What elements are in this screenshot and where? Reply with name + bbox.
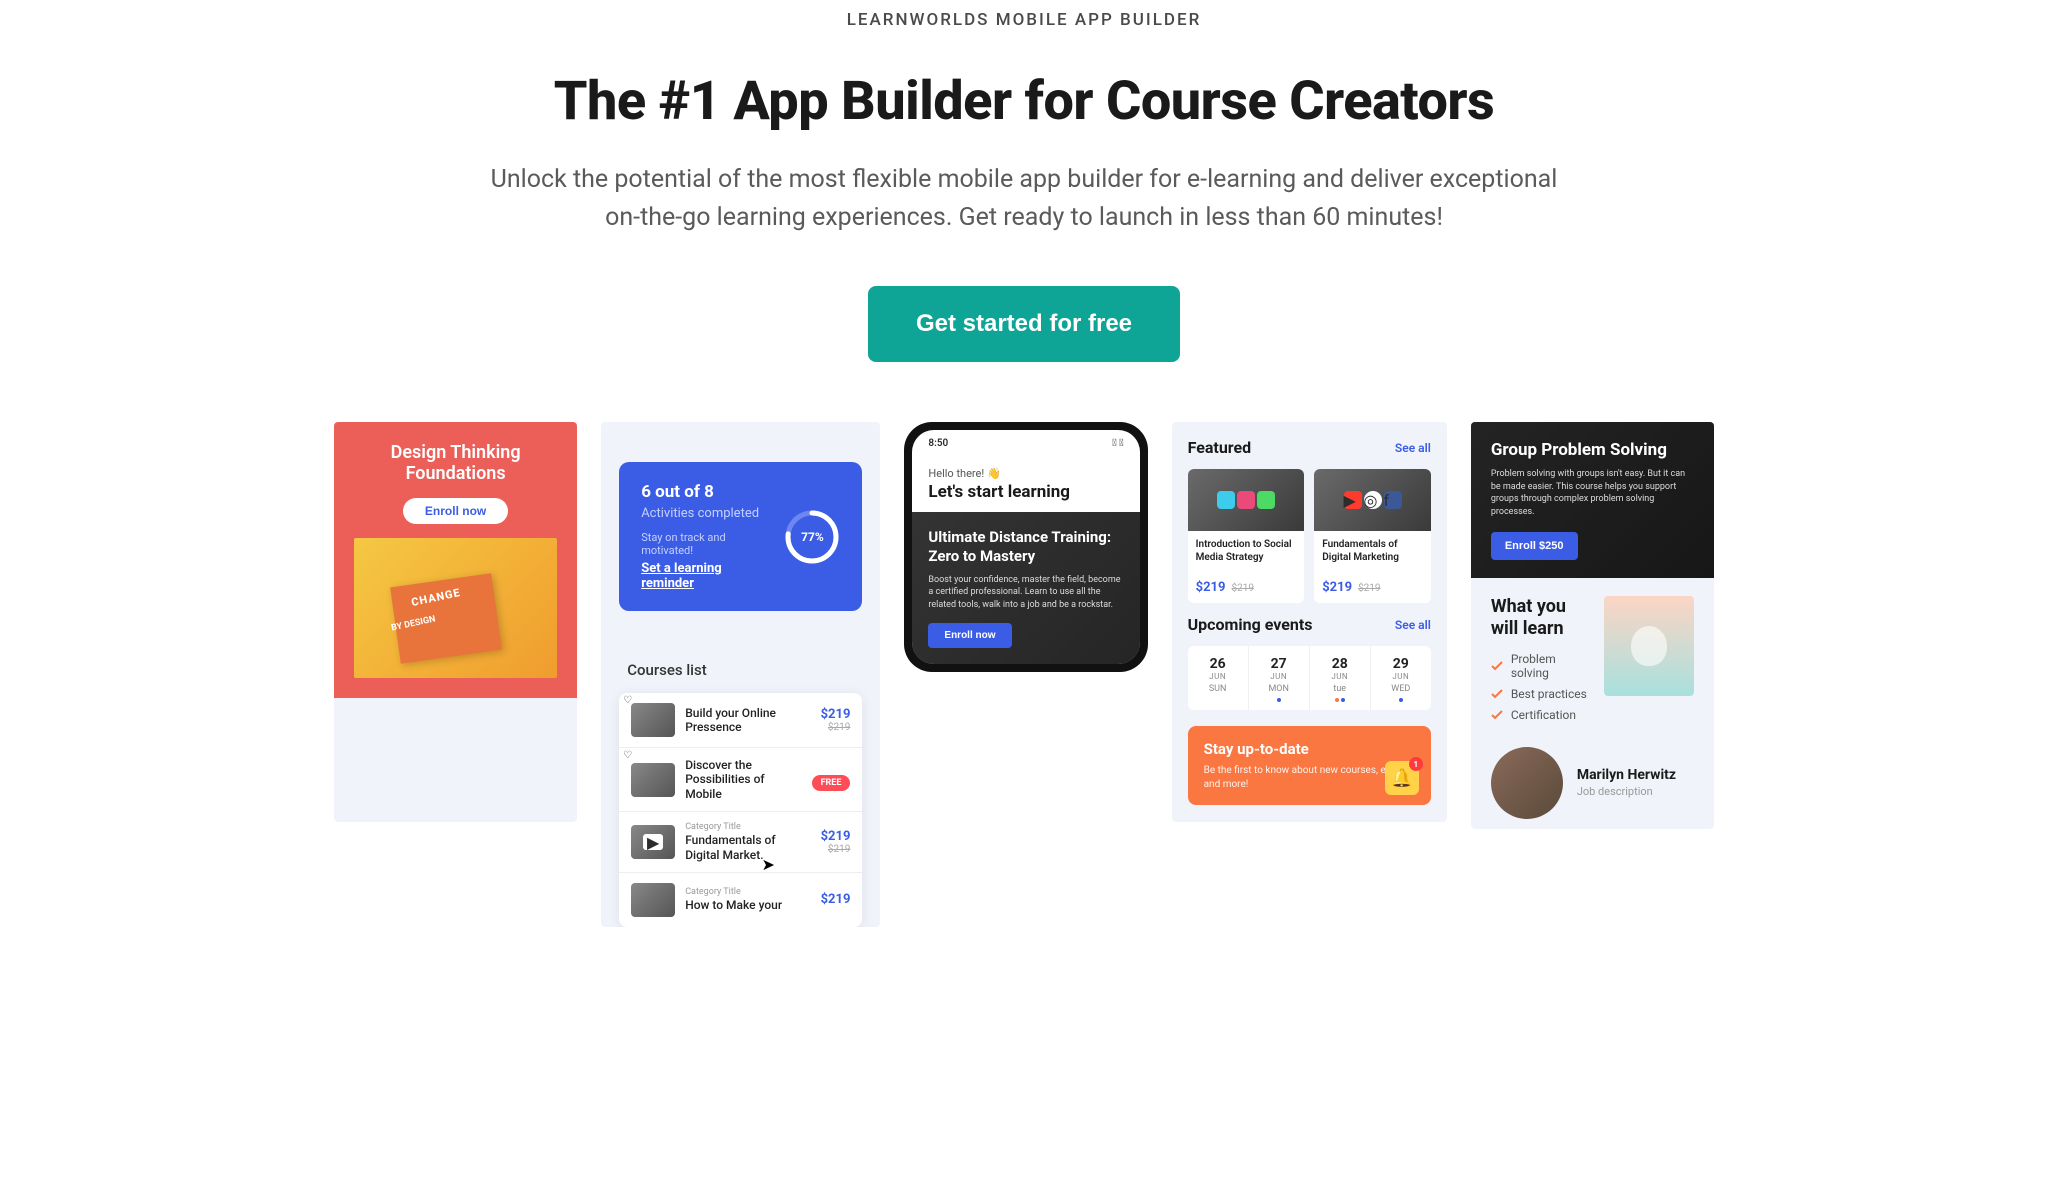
heart-icon[interactable]: ♡ [623, 750, 632, 761]
course-title: Design Thinking Foundations [354, 442, 557, 484]
subheadline: Unlock the potential of the most flexibl… [474, 161, 1574, 236]
instructor-block: Marilyn Herwitz Job description [1471, 747, 1714, 829]
course-title: Ultimate Distance Training: Zero to Mast… [928, 528, 1123, 566]
calendar-day[interactable]: 28JUN tue [1310, 646, 1371, 710]
calendar-strip: 26JUN SUN 27JUN MON 28JUN tue 29JUN WED [1188, 646, 1431, 710]
phone-status-bar: 8:50 􀙇 􀛨 [912, 430, 1139, 453]
phone-course-banner: Ultimate Distance Training: Zero to Mast… [912, 512, 1139, 664]
check-icon [1491, 661, 1503, 671]
check-item: Problem solving [1491, 652, 1590, 680]
get-started-button[interactable]: Get started for free [868, 286, 1180, 362]
card-image: ▶◎f [1314, 469, 1431, 531]
course-title: Group Problem Solving [1491, 440, 1694, 460]
calendar-day[interactable]: 27JUN MON [1249, 646, 1310, 710]
featured-card[interactable]: ▶◎f Fundamentals of Digital Marketing $2… [1314, 469, 1431, 603]
learn-image [1604, 596, 1694, 696]
featured-heading: Featured [1188, 438, 1252, 457]
greeting-text: Hello there! 👋 [928, 467, 1123, 480]
eyebrow-text: LEARNWORLDS MOBILE APP BUILDER [344, 10, 1704, 30]
progress-label: Activities completed [641, 506, 768, 521]
course-description: Boost your confidence, master the field,… [928, 574, 1123, 612]
set-reminder-link[interactable]: Set a learning reminder [641, 561, 768, 591]
check-item: Best practices [1491, 687, 1590, 701]
enroll-button[interactable]: Enroll $250 [1491, 532, 1578, 560]
progress-widget: 6 out of 8 Activities completed Stay on … [619, 462, 862, 611]
courses-list: ♡ Build your Online Pressence $219$219 ♡… [619, 693, 862, 927]
learn-heading: What you will learn [1491, 596, 1590, 639]
enroll-button[interactable]: Enroll now [403, 498, 508, 524]
signal-icon: 􀙇 􀛨 [1112, 438, 1123, 449]
featured-card[interactable]: Introduction to Social Media Strategy $2… [1188, 469, 1305, 603]
panel-progress-courses: 6 out of 8 Activities completed Stay on … [601, 422, 880, 927]
progress-hint: Stay on track and motivated! [641, 531, 768, 557]
promo-card: Stay up-to-date Be the first to know abo… [1188, 726, 1431, 805]
check-item: Certification [1491, 708, 1590, 722]
list-item[interactable]: ♡ Discover the Possibilities of Mobile F… [619, 748, 862, 812]
enroll-button[interactable]: Enroll now [928, 623, 1011, 648]
course-description: Problem solving with groups isn't easy. … [1491, 468, 1694, 518]
calendar-day[interactable]: 26JUN SUN [1188, 646, 1249, 710]
person-name: Marilyn Herwitz [1577, 767, 1676, 783]
start-learning-text: Let's start learning [928, 482, 1123, 502]
showcase-panels: Design Thinking Foundations Enroll now B… [294, 422, 1754, 927]
avatar [1491, 747, 1563, 819]
panel-phone-mockup: 8:50 􀙇 􀛨 Hello there! 👋 Let's start lear… [904, 422, 1147, 672]
calendar-day[interactable]: 29JUN WED [1371, 646, 1431, 710]
panel-design-thinking: Design Thinking Foundations Enroll now B… [334, 422, 577, 822]
panel-group-problem-solving: Group Problem Solving Problem solving wi… [1471, 422, 1714, 829]
card-image [1188, 469, 1305, 531]
list-item[interactable]: Category TitleHow to Make your $219 [619, 873, 862, 927]
check-icon [1491, 710, 1503, 720]
progress-count: 6 out of 8 [641, 482, 768, 502]
courses-list-title: Courses list [627, 661, 862, 679]
headline: The #1 App Builder for Course Creators [344, 70, 1704, 133]
panel-featured-events: Featured See all Introduction to Social … [1172, 422, 1447, 822]
bell-icon[interactable]: 🔔1 [1385, 761, 1419, 795]
list-item[interactable]: ♡ Build your Online Pressence $219$219 [619, 693, 862, 748]
person-role: Job description [1577, 785, 1676, 798]
see-all-link[interactable]: See all [1395, 618, 1431, 632]
course-image: BY DESIGN [354, 538, 557, 678]
events-heading: Upcoming events [1188, 615, 1313, 634]
check-icon [1491, 689, 1503, 699]
see-all-link[interactable]: See all [1395, 441, 1431, 455]
progress-ring: 77% [784, 509, 840, 565]
list-item[interactable]: ▶ Category TitleFundamentals of Digital … [619, 812, 862, 873]
